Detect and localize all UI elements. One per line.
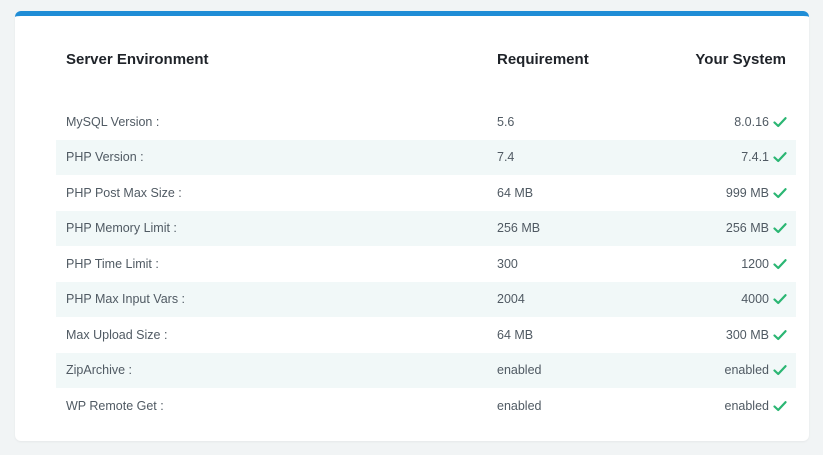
row-label: Max Upload Size : [66,327,168,342]
row-requirement: 64 MB [497,185,534,200]
table-header: Server Environment Requirement Your Syst… [56,16,796,100]
row-system-cell: 300 MB [606,327,787,342]
table-row: Max Upload Size : 64 MB 300 MB [56,317,796,353]
table-row: PHP Memory Limit : 256 MB 256 MB [56,210,796,246]
row-system-value: 7.4.1 [741,150,769,165]
row-requirement: enabled [497,363,542,378]
header-requirement: Requirement [497,50,589,68]
row-system-value: 999 MB [725,185,769,200]
table-row: PHP Post Max Size : 64 MB 999 MB [56,175,796,211]
row-system-cell: 4000 [606,292,787,307]
row-system-value: 256 MB [725,221,769,236]
row-system-cell: 8.0.16 [606,114,787,129]
row-system-cell: 999 MB [606,185,787,200]
check-icon [773,363,787,377]
row-system-value: 4000 [741,292,769,307]
row-label: WP Remote Get : [66,398,164,413]
row-requirement: 5.6 [497,114,515,129]
check-icon [773,328,787,342]
check-icon [773,115,787,129]
row-label: PHP Post Max Size : [66,185,182,200]
row-label: ZipArchive : [66,363,132,378]
check-icon [773,257,787,271]
header-your-system: Your System [695,50,786,68]
row-system-value: enabled [724,363,770,378]
requirements-table: Server Environment Requirement Your Syst… [56,16,796,424]
row-label: PHP Max Input Vars : [66,292,186,307]
table-row: WP Remote Get : enabled enabled [56,388,796,424]
row-requirement: enabled [497,398,542,413]
server-environment-card: Server Environment Requirement Your Syst… [15,11,809,441]
row-system-value: 300 MB [725,327,769,342]
row-requirement: 64 MB [497,327,534,342]
row-system-cell: enabled [606,398,787,413]
row-system-value: 1200 [741,256,769,271]
row-requirement: 2004 [497,292,525,307]
check-icon [773,221,787,235]
table-row: PHP Max Input Vars : 2004 4000 [56,281,796,317]
row-requirement: 256 MB [497,221,541,236]
table-row: ZipArchive : enabled enabled [56,352,796,388]
check-icon [773,399,787,413]
row-label: PHP Time Limit : [66,256,159,271]
table-row: MySQL Version : 5.6 8.0.16 [56,104,796,140]
check-icon [773,150,787,164]
row-system-value: 8.0.16 [734,114,769,129]
row-requirement: 7.4 [497,150,515,165]
row-system-cell: enabled [606,363,787,378]
table-row: PHP Version : 7.4 7.4.1 [56,139,796,175]
table-row: PHP Time Limit : 300 1200 [56,246,796,282]
row-label: PHP Version : [66,150,144,165]
row-requirement: 300 [497,256,518,271]
check-icon [773,186,787,200]
row-system-cell: 7.4.1 [606,150,787,165]
row-system-cell: 1200 [606,256,787,271]
check-icon [773,292,787,306]
row-system-cell: 256 MB [606,221,787,236]
row-label: PHP Memory Limit : [66,221,177,236]
row-system-value: enabled [724,398,770,413]
header-server-environment: Server Environment [66,50,209,68]
row-label: MySQL Version : [66,114,160,129]
table-body: MySQL Version : 5.6 8.0.16 PHP Version :… [56,104,796,424]
